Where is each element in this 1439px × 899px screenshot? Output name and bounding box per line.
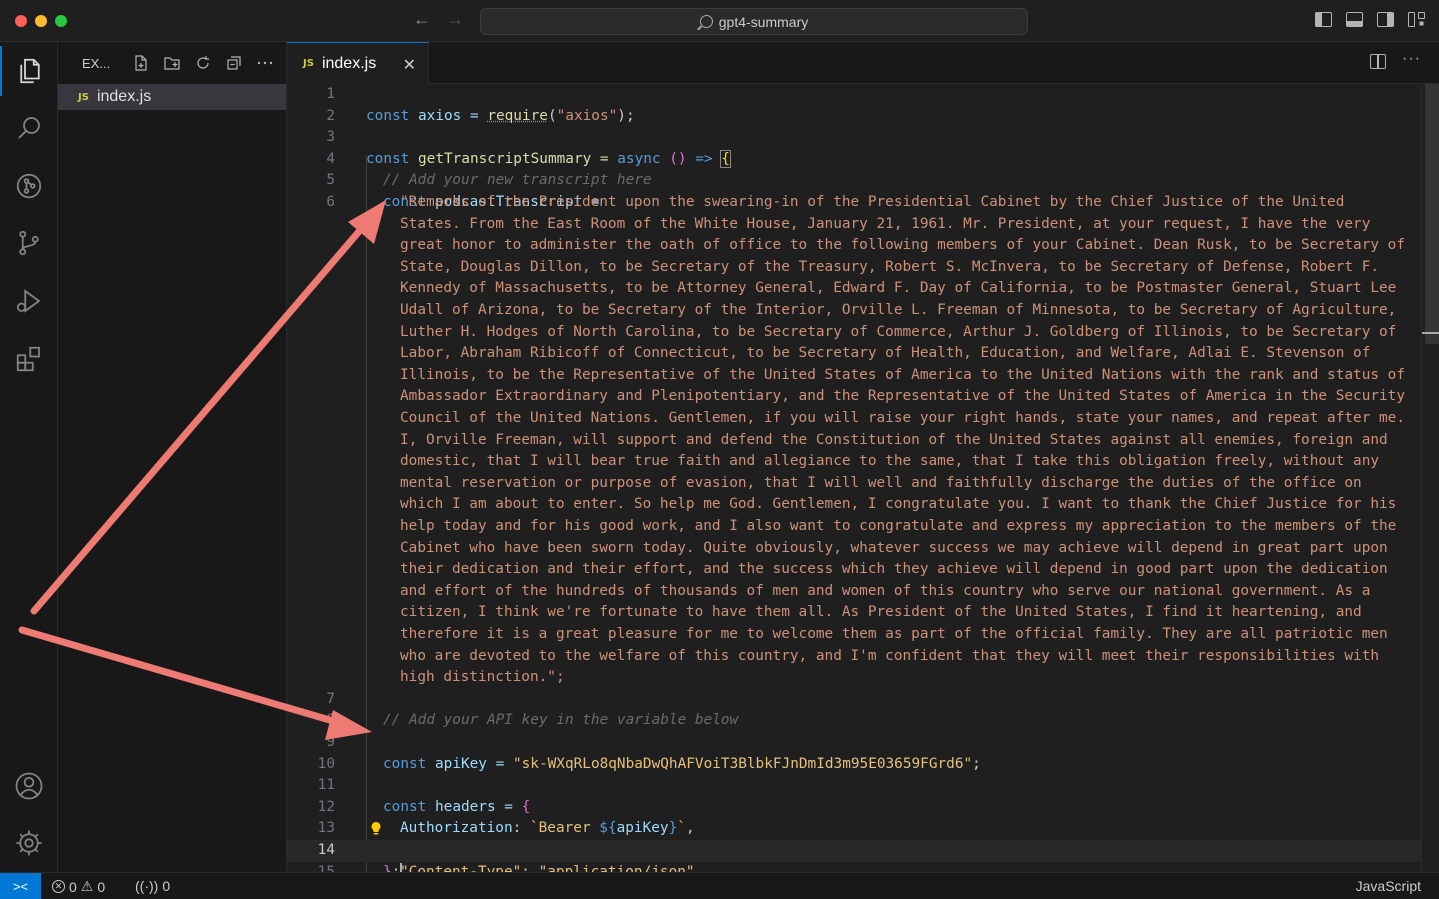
- collapse-all-icon[interactable]: [225, 54, 243, 72]
- javascript-file-icon: JS: [303, 58, 314, 69]
- code-line-6-wrap: Illinois, to be the Representative of th…: [400, 366, 1406, 383]
- close-window-button[interactable]: [15, 15, 27, 27]
- code-line-6-wrap: Ambassador Extraordinary and Plenipotent…: [400, 388, 1406, 405]
- timeline-icon[interactable]: [0, 161, 58, 211]
- text-cursor: [400, 862, 403, 872]
- remote-indicator-icon[interactable]: ><: [0, 873, 41, 899]
- code-line-8: // Add your API key in the variable belo…: [383, 712, 739, 729]
- activity-bar: [0, 42, 58, 872]
- code-line-6-wrap: Kennedy of Massachusetts, to be Attorney…: [400, 280, 1397, 297]
- run-debug-icon[interactable]: [0, 276, 58, 326]
- workspace-name: gpt4-summary: [718, 13, 809, 30]
- warning-icon: ⚠: [80, 878, 94, 894]
- more-actions-icon[interactable]: ···: [1402, 50, 1421, 68]
- code-line-6-wrap: great honor to administer the oath of of…: [400, 237, 1406, 254]
- code-line-6-wrap: mental reservation or purpose of evasion…: [400, 474, 1362, 491]
- minimize-window-button[interactable]: [35, 15, 47, 27]
- status-bar: >< ✕ 0 ⚠ 0 ((·)) 0 JavaScript: [0, 872, 1439, 899]
- warning-count: 0: [97, 878, 106, 895]
- title-bar: ← → gpt4-summary: [0, 0, 1439, 42]
- broadcast-icon: ((·)): [135, 878, 159, 894]
- code-line-11: const headers = {: [383, 798, 531, 815]
- toggle-secondary-sidebar-icon[interactable]: [1377, 12, 1394, 27]
- vertical-scrollbar[interactable]: [1421, 84, 1439, 872]
- code-line-9: const apiKey = "sk-WXqRLo8qNbaDwQhAFVoiT…: [383, 755, 981, 772]
- back-arrow-icon[interactable]: ←: [413, 9, 431, 30]
- code-editor[interactable]: 1 2 3 4 5 6 7 8 9 10 11 12 13 14 15 cons…: [287, 84, 1421, 872]
- source-control-icon[interactable]: [0, 218, 58, 268]
- code-line-6-wrap: therefore it is a great pleasure for me …: [400, 626, 1388, 642]
- code-line-6-wrap: Labor, Abraham Ribicoff of Connecticut, …: [400, 345, 1371, 362]
- split-editor-icon[interactable]: [1370, 54, 1387, 69]
- code-line-4: // Add your new transcript here: [383, 172, 652, 189]
- toggle-primary-sidebar-icon[interactable]: [1315, 12, 1332, 27]
- code-line-6-wrap: high distinction.";: [400, 669, 565, 686]
- more-actions-icon[interactable]: [256, 54, 274, 72]
- close-tab-icon[interactable]: ✕: [403, 55, 416, 75]
- code-line-1: const axios = require("axios");: [366, 107, 635, 124]
- code-line-6-wrap: Udall of Arizona, to be Secretary of the…: [400, 302, 1397, 318]
- code-line-13: "Content-Type": "application/json",: [287, 818, 1421, 872]
- customize-layout-icon[interactable]: [1408, 12, 1425, 27]
- ports-count: 0: [162, 878, 171, 894]
- code-line-12: Authorization: `Bearer ${apiKey}`,: [400, 820, 695, 837]
- search-icon: [699, 15, 713, 28]
- code-line-6-wrap: and effort of the hundreds of thousands …: [400, 582, 1371, 599]
- code-line-6-wrap: Cabinet who have been sworn today. Quite…: [400, 539, 1388, 556]
- file-name: index.js: [96, 88, 152, 105]
- search-icon[interactable]: [0, 103, 58, 153]
- explorer-title: EX...: [82, 55, 111, 71]
- command-center-search[interactable]: gpt4-summary: [480, 8, 1028, 35]
- code-line-6-wrap: who are devoted to the welfare of this c…: [400, 647, 1380, 664]
- explorer-icon[interactable]: [0, 46, 58, 96]
- javascript-file-icon: JS: [78, 91, 89, 103]
- code-line-6-wrap: domestic, that I will bear true faith an…: [400, 453, 1380, 470]
- tab-index-js[interactable]: JS index.js ✕: [287, 42, 429, 84]
- maximize-window-button[interactable]: [55, 15, 67, 27]
- scrollbar-thumb[interactable]: [1425, 84, 1439, 344]
- line-number: 7: [326, 690, 335, 707]
- error-icon: ✕: [52, 880, 65, 893]
- problems-indicator[interactable]: ✕ 0 ⚠ 0: [52, 878, 105, 895]
- lightbulb-icon[interactable]: [370, 821, 382, 837]
- error-count: 0: [69, 878, 77, 895]
- explorer-sidebar: EX... JS index.js: [58, 42, 287, 872]
- code-line-6: "Remarks of the President upon the swear…: [400, 194, 1345, 210]
- refresh-icon[interactable]: [194, 54, 212, 72]
- extensions-icon[interactable]: [0, 334, 58, 384]
- toggle-panel-icon[interactable]: [1346, 12, 1363, 27]
- code-line-6-wrap: Luther H. Hodges of North Carolina, to b…: [400, 323, 1397, 340]
- code-line-14: };: [287, 840, 1421, 872]
- new-file-icon[interactable]: [132, 54, 150, 72]
- scrollbar-cursor-marker: [1422, 332, 1439, 334]
- new-folder-icon[interactable]: [163, 54, 181, 72]
- code-line-6-wrap: help today and for his good work, and I …: [400, 518, 1397, 534]
- code-line-6-wrap: their dedication and their effort, and t…: [400, 561, 1388, 578]
- code-line-6-wrap: I, Orville Freeman, will support and def…: [400, 431, 1388, 448]
- code-line-6-wrap: Council of the United Nations. Gentlemen…: [400, 410, 1406, 426]
- editor-area: JS index.js ✕ ··· 1 2 3 4 5 6 7 8 9 10 1…: [287, 42, 1439, 872]
- code-line-6-wrap: States. From the East Room of the White …: [400, 215, 1371, 232]
- code-line-6-wrap: citizen, I think we're fortunate to have…: [400, 604, 1362, 621]
- tab-bar: JS index.js ✕ ···: [287, 42, 1439, 84]
- file-item-index-js[interactable]: JS index.js: [58, 84, 286, 110]
- tab-label: index.js: [321, 54, 377, 72]
- forward-arrow-icon[interactable]: →: [446, 9, 464, 30]
- code-line-6-wrap: which I am about to enter. So help me Go…: [400, 496, 1397, 513]
- code-line-5: const podcastTranscript =: [383, 193, 600, 210]
- language-mode[interactable]: JavaScript: [1356, 878, 1421, 894]
- code-line-6-wrap: State, Douglas Dillon, to be Secretary o…: [400, 258, 1380, 275]
- ports-indicator[interactable]: ((·)) 0: [135, 878, 170, 894]
- settings-gear-icon[interactable]: [0, 818, 58, 868]
- accounts-icon[interactable]: [0, 761, 58, 811]
- code-line-3: const getTranscriptSummary = async () =>…: [366, 149, 731, 168]
